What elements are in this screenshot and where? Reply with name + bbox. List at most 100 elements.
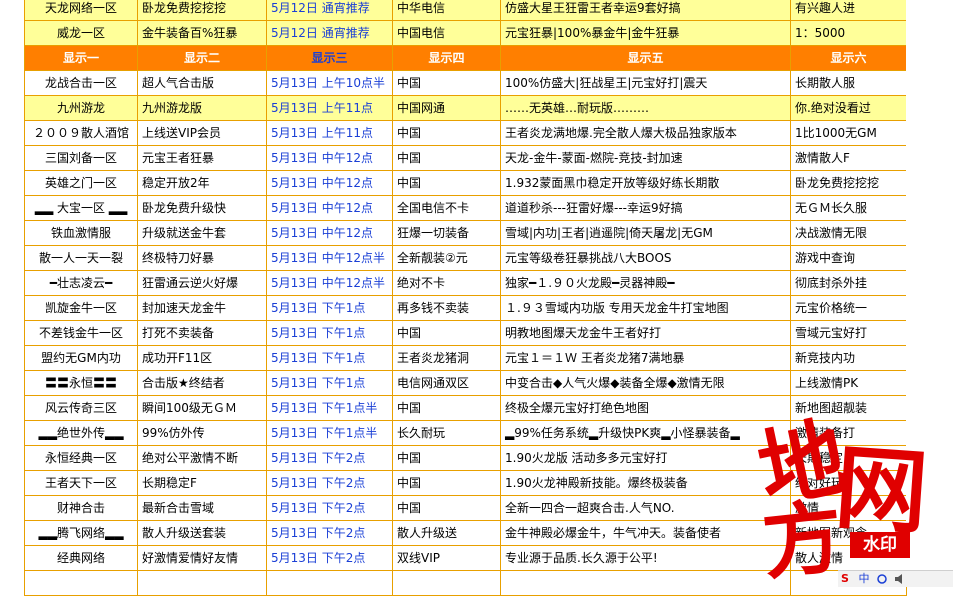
column-header: 显示四	[392, 45, 501, 71]
server-list-page: 天龙网络一区 卧龙免费挖挖挖 5月12日 通宵推荐 中华电信 仿盛大星王狂雷王者幸运9套…	[0, 0, 953, 596]
table-cell: 盟约无GM内功	[24, 345, 138, 371]
table-cell	[266, 570, 393, 596]
table-cell: 中国	[392, 70, 501, 96]
table-cell: 经典网络	[24, 545, 138, 571]
table-cell: 中华电信	[392, 0, 501, 21]
table-cell: 5月13日 下午1点	[266, 320, 393, 346]
table-cell: 中国	[392, 120, 501, 146]
table-cell: 九州游龙	[24, 95, 138, 121]
table-cell: 元宝狂暴|100%暴金牛|金牛狂暴	[500, 20, 791, 46]
table-cell: 5月13日 下午1点半	[266, 395, 393, 421]
table-cell: 威龙一区	[24, 20, 138, 46]
table-row: ▂▂ 大宝一区 ▂▂ 卧龙免费升级快 5月13日 中午12点 全国电信不卡 道道秒杀--…	[24, 195, 907, 221]
table-cell: 你.绝对没看过	[790, 95, 907, 121]
table-cell: 好激情爱情好友情	[137, 545, 267, 571]
watermark-logo: 地 网 方 水印	[740, 390, 952, 591]
table-row: 凯旋金牛一区 封加速天龙金牛 5月13日 下午1点 再多钱不卖装 １.９３雪域内功版 专…	[24, 295, 907, 321]
table-cell: 天龙-金牛-蒙面-燃院-竞技-封加速	[500, 145, 791, 171]
column-header: 显示六	[790, 45, 907, 71]
table-cell: 元宝价格统一	[790, 295, 907, 321]
table-cell: 永恒经典一区	[24, 445, 138, 471]
ime-icon[interactable]	[877, 574, 887, 584]
table-cell: １.９３雪域内功版 专用天龙金牛打宝地图	[500, 295, 791, 321]
table-cell: 100%仿盛大|狂战星王|元宝好打|震天	[500, 70, 791, 96]
table-cell: 中国	[392, 395, 501, 421]
table-cell: 三国刘备一区	[24, 145, 138, 171]
column-header: 显示三	[266, 45, 393, 71]
table-cell: 王者炎龙猪洞	[392, 345, 501, 371]
table-cell: 金牛装备百%狂暴	[137, 20, 267, 46]
table-cell: 长期散人服	[790, 70, 907, 96]
table-cell: 元宝等级卷狂暴挑战八大BOOS	[500, 245, 791, 271]
table-cell: 中国	[392, 470, 501, 496]
table-cell: 龙战合击一区	[24, 70, 138, 96]
table-cell: 〓〓永恒〓〓	[24, 370, 138, 396]
table-cell: 5月13日 下午1点	[266, 370, 393, 396]
table-cell: 不差钱金牛一区	[24, 320, 138, 346]
tray-logo[interactable]: S	[838, 572, 849, 585]
table-cell: 狂雷通云逆火好爆	[137, 270, 267, 296]
table-cell: 中国	[392, 495, 501, 521]
table-cell: ……无英雄…耐玩版………	[500, 95, 791, 121]
table-cell: 仿盛大星王狂雷王者幸运9套好搞	[500, 0, 791, 21]
table-cell: 5月12日 通宵推荐	[266, 20, 393, 46]
table-row: 三国刘备一区 元宝王者狂暴 5月13日 中午12点 中国 天龙-金牛-蒙面-燃院-竞技-…	[24, 145, 907, 171]
table-cell: 瞬间100级无ＧＭ	[137, 395, 267, 421]
table-cell: 5月13日 下午2点	[266, 545, 393, 571]
table-cell: 九州游龙版	[137, 95, 267, 121]
table-cell: 天龙网络一区	[24, 0, 138, 21]
table-cell: 英雄之门一区	[24, 170, 138, 196]
table-cell: 5月13日 上午11点	[266, 120, 393, 146]
table-cell: 全新靓装②元	[392, 245, 501, 271]
watermark-char-3: 方	[757, 489, 848, 591]
table-cell: 双线VIP	[392, 545, 501, 571]
table-cell: 明教地图爆天龙金牛王者好打	[500, 320, 791, 346]
table-cell: 元宝１＝１Ｗ 王者炎龙猪7满地暴	[500, 345, 791, 371]
table-cell: 升级就送金牛套	[137, 220, 267, 246]
table-cell: 5月13日 中午12点	[266, 195, 393, 221]
table-cell: 中国电信	[392, 20, 501, 46]
table-cell: 成功开F11区	[137, 345, 267, 371]
table-cell: 卧龙免费挖挖挖	[137, 0, 267, 21]
table-cell: 打死不卖装备	[137, 320, 267, 346]
table-cell: 决战激情无限	[790, 220, 907, 246]
table-cell: ２００９散人酒馆	[24, 120, 138, 146]
table-cell: 5月13日 下午2点	[266, 445, 393, 471]
table-cell	[24, 570, 138, 596]
table-cell: ━壮志凌云━	[24, 270, 138, 296]
ime-language-indicator[interactable]: 中	[858, 572, 869, 585]
table-row: 不差钱金牛一区 打死不卖装备 5月13日 下午1点 中国 明教地图爆天龙金牛王者好打 雪域…	[24, 320, 907, 346]
table-cell: 终极特刀好暴	[137, 245, 267, 271]
table-cell: 王者天下一区	[24, 470, 138, 496]
table-cell: 长期稳定F	[137, 470, 267, 496]
speaker-icon[interactable]	[894, 574, 904, 584]
table-cell: 长久耐玩	[392, 420, 501, 446]
table-cell: 1：5000	[790, 20, 907, 46]
table-cell: 合击版★终结者	[137, 370, 267, 396]
table-cell: 风云传奇三区	[24, 395, 138, 421]
table-cell: 铁血激情服	[24, 220, 138, 246]
table-cell: 独家━１.９０火龙殿━灵器神殿━	[500, 270, 791, 296]
table-cell: 中国	[392, 320, 501, 346]
table-cell: 5月12日 通宵推荐	[266, 0, 393, 21]
table-cell: 中国	[392, 145, 501, 171]
table-cell	[392, 570, 501, 596]
table-cell: 5月13日 中午12点	[266, 220, 393, 246]
table-cell: 再多钱不卖装	[392, 295, 501, 321]
table-cell: 雪域|内功|王者|逍遥院|倚天屠龙|无GM	[500, 220, 791, 246]
table-cell: 无ＧＭ长久服	[790, 195, 907, 221]
table-cell: 电信网通双区	[392, 370, 501, 396]
table-cell: 5月13日 下午1点	[266, 295, 393, 321]
table-cell: 5月13日 上午10点半	[266, 70, 393, 96]
table-row: 天龙网络一区 卧龙免费挖挖挖 5月12日 通宵推荐 中华电信 仿盛大星王狂雷王者幸运9套…	[24, 0, 907, 21]
table-cell: 有兴趣人进	[790, 0, 907, 21]
taskbar-tray: S 中	[838, 570, 953, 587]
table-cell: 5月13日 中午12点半	[266, 270, 393, 296]
table-cell: 彻底封杀外挂	[790, 270, 907, 296]
column-header: 显示五	[500, 45, 791, 71]
table-cell: 散人升级送套装	[137, 520, 267, 546]
table-cell: 封加速天龙金牛	[137, 295, 267, 321]
table-row: ２００９散人酒馆 上线送VIP会员 5月13日 上午11点 中国 王者炎龙满地爆.完全散…	[24, 120, 907, 146]
table-cell: 中国	[392, 170, 501, 196]
table-cell: 稳定开放2年	[137, 170, 267, 196]
